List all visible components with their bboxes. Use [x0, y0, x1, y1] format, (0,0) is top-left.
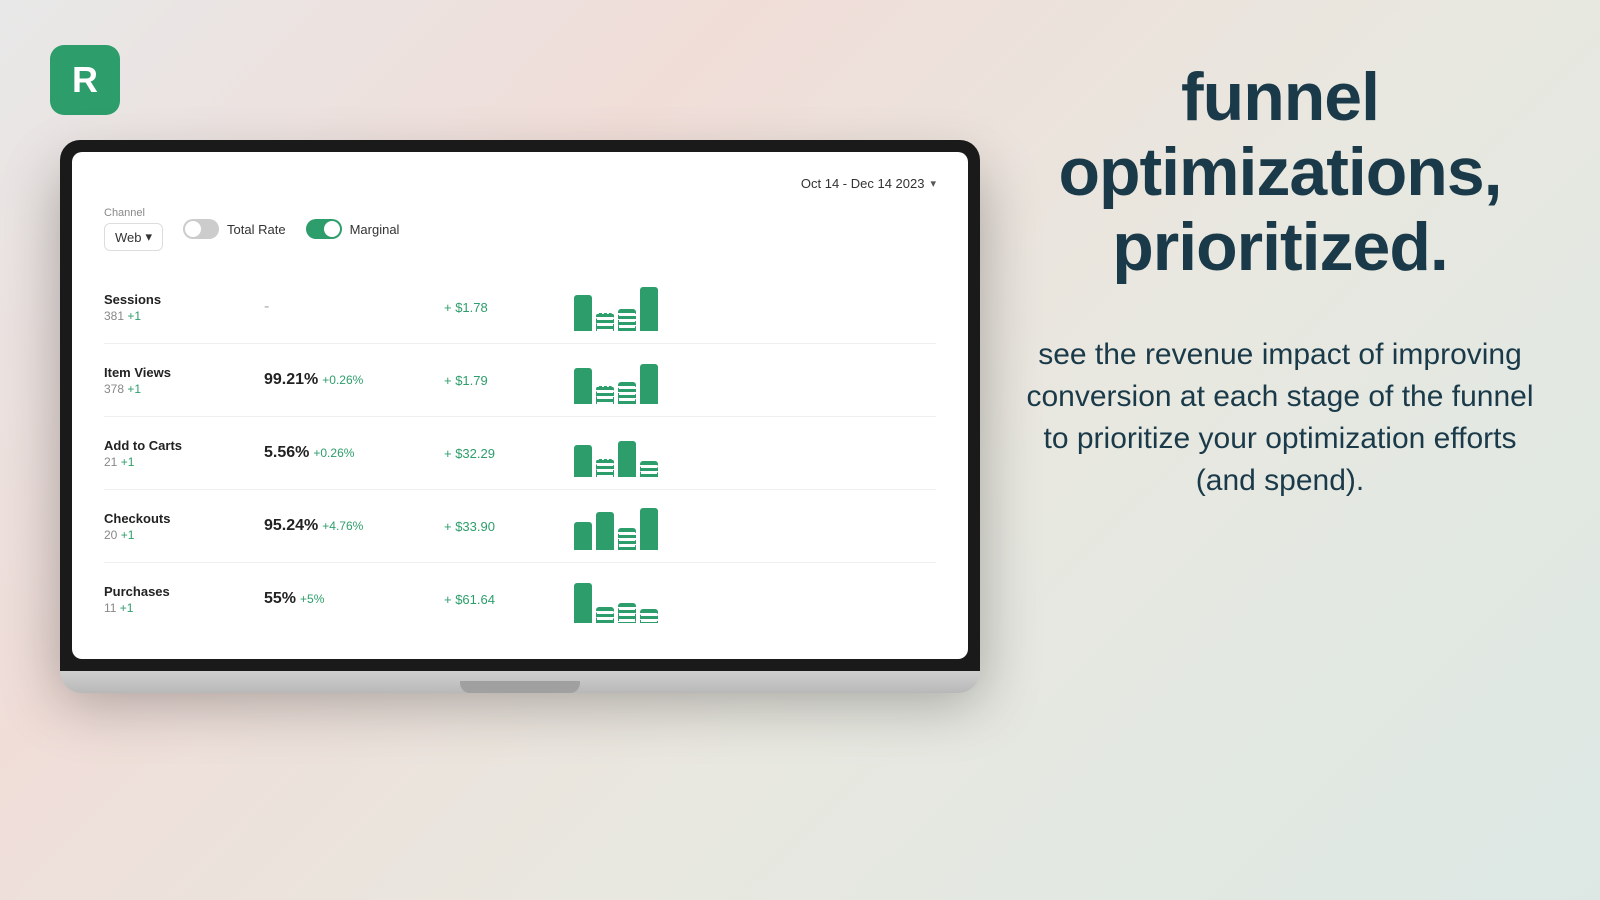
- bar: [640, 287, 658, 331]
- headline: funnel optimizations, prioritized.: [1020, 60, 1540, 284]
- bar: [618, 309, 636, 331]
- subtext: see the revenue impact of improving conv…: [1020, 334, 1540, 502]
- bar: [574, 295, 592, 331]
- mini-bar-chart: [564, 283, 936, 331]
- metric-count: 378 +1: [104, 382, 264, 396]
- bar: [618, 382, 636, 404]
- metric-info: Item Views 378 +1: [104, 365, 264, 396]
- bar: [574, 583, 592, 623]
- bar: [596, 313, 614, 331]
- table-row: Item Views 378 +1 99.21%+0.26%+ $1.79: [104, 344, 936, 417]
- total-rate-label: Total Rate: [227, 222, 286, 237]
- mini-bar-chart: [564, 356, 936, 404]
- marginal-label: Marginal: [350, 222, 400, 237]
- bar: [618, 441, 636, 477]
- app-logo: R: [50, 45, 120, 115]
- chevron-down-icon: ▾: [146, 229, 153, 245]
- laptop-mockup: Oct 14 - Dec 14 2023 ▾ Channel Web ▾: [60, 140, 980, 693]
- total-rate-toggle[interactable]: [183, 219, 219, 239]
- bar: [596, 512, 614, 550]
- metric-count: 381 +1: [104, 309, 264, 323]
- laptop-base: [60, 671, 980, 693]
- date-row: Oct 14 - Dec 14 2023 ▾: [104, 176, 936, 191]
- bar: [574, 368, 592, 404]
- bar: [574, 445, 592, 477]
- metric-info: Checkouts 20 +1: [104, 511, 264, 542]
- metric-name: Sessions: [104, 292, 264, 307]
- channel-dropdown[interactable]: Web ▾: [104, 223, 163, 251]
- channel-control: Channel Web ▾: [104, 207, 163, 251]
- metric-count: 21 +1: [104, 455, 264, 469]
- metric-count: 20 +1: [104, 528, 264, 542]
- metric-info: Sessions 381 +1: [104, 292, 264, 323]
- bar: [596, 459, 614, 477]
- table-row: Checkouts 20 +1 95.24%+4.76%+ $33.90: [104, 490, 936, 563]
- date-range-label: Oct 14 - Dec 14 2023: [801, 176, 925, 191]
- chevron-down-icon: ▾: [930, 177, 936, 190]
- marketing-copy: funnel optimizations, prioritized. see t…: [1020, 60, 1540, 502]
- table-row: Sessions 381 +1 -+ $1.78: [104, 271, 936, 344]
- bar: [574, 522, 592, 550]
- channel-label: Channel: [104, 207, 163, 219]
- bar: [640, 461, 658, 477]
- revenue-impact: + $32.29: [444, 446, 564, 461]
- metric-name: Add to Carts: [104, 438, 264, 453]
- bar: [596, 386, 614, 404]
- revenue-impact: + $1.79: [444, 373, 564, 388]
- marginal-toggle-group: Marginal: [306, 219, 400, 239]
- marginal-toggle[interactable]: [306, 219, 342, 239]
- conversion-rate: 55%+5%: [264, 590, 444, 608]
- mini-bar-chart: [564, 429, 936, 477]
- revenue-impact: + $61.64: [444, 592, 564, 607]
- conversion-rate: 95.24%+4.76%: [264, 517, 444, 535]
- controls-row: Channel Web ▾ Total Rate Marginal: [104, 207, 936, 251]
- metric-name: Purchases: [104, 584, 264, 599]
- conversion-rate: 99.21%+0.26%: [264, 371, 444, 389]
- mini-bar-chart: [564, 575, 936, 623]
- bar: [640, 508, 658, 550]
- conversion-rate: 5.56%+0.26%: [264, 444, 444, 462]
- bar: [618, 528, 636, 550]
- metric-info: Add to Carts 21 +1: [104, 438, 264, 469]
- mini-bar-chart: [564, 502, 936, 550]
- metric-name: Checkouts: [104, 511, 264, 526]
- metric-info: Purchases 11 +1: [104, 584, 264, 615]
- revenue-impact: + $1.78: [444, 300, 564, 315]
- conversion-rate: -: [264, 298, 444, 316]
- bar: [640, 364, 658, 404]
- total-rate-toggle-group: Total Rate: [183, 219, 286, 239]
- table-row: Add to Carts 21 +1 5.56%+0.26%+ $32.29: [104, 417, 936, 490]
- bar: [596, 607, 614, 623]
- revenue-impact: + $33.90: [444, 519, 564, 534]
- metric-count: 11 +1: [104, 601, 264, 615]
- bar: [640, 609, 658, 623]
- table-row: Purchases 11 +1 55%+5%+ $61.64: [104, 563, 936, 635]
- bar: [618, 603, 636, 623]
- metric-name: Item Views: [104, 365, 264, 380]
- funnel-table: Sessions 381 +1 -+ $1.78 Item Views 378 …: [104, 271, 936, 635]
- date-picker[interactable]: Oct 14 - Dec 14 2023 ▾: [801, 176, 936, 191]
